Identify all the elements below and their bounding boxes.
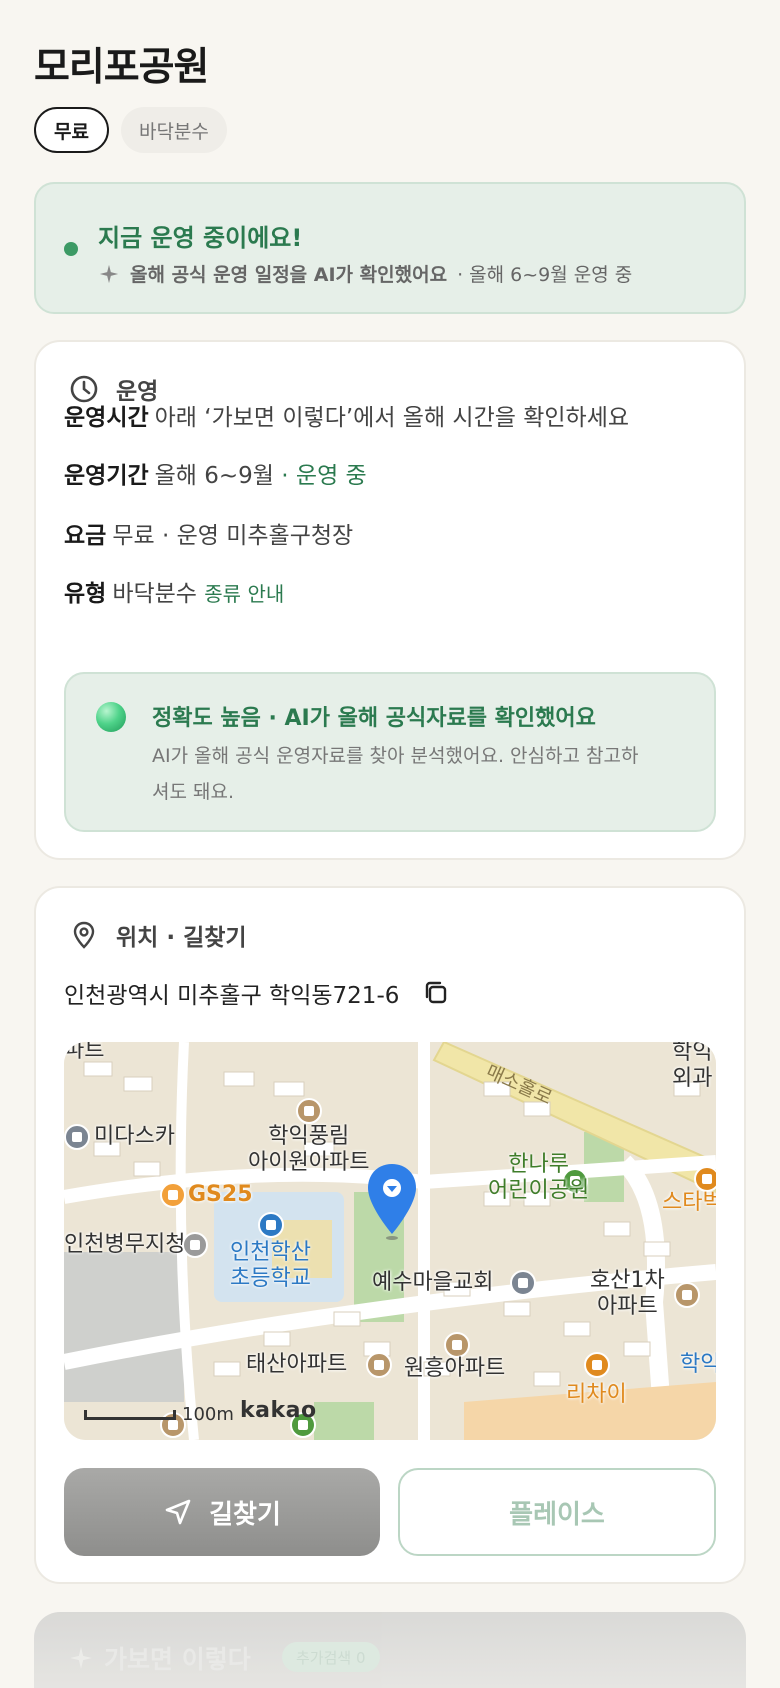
row-period: 운영기간 올해 6~9월 · 운영 중 xyxy=(64,456,367,490)
car-service-icon xyxy=(64,1124,90,1150)
location-card: 위치 · 길찾기 인천광역시 미추홀구 학익동721-6 매소홀로 파트 학익 … xyxy=(34,886,746,1584)
map-label-midas: 미다스카 xyxy=(94,1124,175,1149)
location-header-label: 위치 · 길찾기 xyxy=(116,925,247,951)
place-detail-page: 모리포공원 무료 바닥분수 지금 운영 중이에요! 올해 공식 운영 일정을 A… xyxy=(0,0,780,1688)
apartment-icon xyxy=(674,1282,700,1308)
map-label-richai: 리차이 xyxy=(566,1382,627,1407)
map-label-hannaru: 한나루 어린이공원 xyxy=(488,1152,590,1203)
row-hours: 운영시간 아래 ‘가보면 이렇다’에서 올해 시간을 확인하세요 xyxy=(64,398,629,432)
map-label-hakik: 학익풍림 아이원아파트 xyxy=(248,1124,370,1175)
map-marker-pin-icon xyxy=(368,1164,416,1240)
church-icon xyxy=(510,1270,536,1296)
map-label-hosan: 호산1차 아파트 xyxy=(590,1268,665,1319)
apartment-icon xyxy=(296,1098,322,1124)
government-icon xyxy=(182,1232,208,1258)
operation-card: 운영 운영시간 아래 ‘가보면 이렇다’에서 올해 시간을 확인하세요 운영기간 올… xyxy=(34,340,746,860)
map-brand-logo: kakao xyxy=(240,1398,317,1423)
place-button[interactable]: 플레이스 xyxy=(398,1468,716,1556)
map-label-church: 예수마을교회 xyxy=(372,1270,494,1295)
hours-label: 운영시간 xyxy=(64,405,149,431)
map-label-gs25: GS25 xyxy=(188,1182,253,1207)
route-button-label: 길찾기 xyxy=(209,1499,281,1530)
sparkle-icon xyxy=(99,264,119,283)
row-type: 유형 바닥분수 종류 안내 xyxy=(64,574,284,608)
restaurant-icon xyxy=(584,1352,610,1378)
visit-review-card-peek[interactable]: 가보면 이렇다 추가검색 0 xyxy=(34,1612,746,1688)
tag-chips: 무료 바닥분수 xyxy=(34,107,227,153)
period-value: 올해 6~9월 xyxy=(154,463,274,489)
page-title: 모리포공원 xyxy=(34,45,209,90)
map-label-wonheung: 원흥아파트 xyxy=(404,1356,506,1381)
period-label: 운영기간 xyxy=(64,463,149,489)
map-label-hospital: 학익 외과 xyxy=(672,1042,713,1091)
peek-title: 가보면 이렇다 xyxy=(68,1640,251,1676)
ai-orb-icon xyxy=(96,702,126,732)
cafe-icon xyxy=(694,1166,716,1192)
navigation-arrow-icon xyxy=(165,1499,191,1525)
chip-free[interactable]: 무료 xyxy=(34,107,109,153)
apartment-icon xyxy=(366,1352,392,1378)
convenience-store-icon xyxy=(160,1182,186,1208)
route-button[interactable]: 길찾기 xyxy=(64,1468,380,1556)
address-text: 인천광역시 미추홀구 학익동721-6 xyxy=(64,983,400,1009)
map-label-school: 인천학산 초등학교 xyxy=(230,1240,311,1291)
location-pin-icon xyxy=(73,921,95,949)
map-scale-bar xyxy=(84,1410,176,1420)
fee-value: 무료 · 운영 미추홀구청장 xyxy=(112,523,354,549)
status-subtitle: 올해 공식 운영 일정을 AI가 확인했어요 · 올해 6~9월 운영 중 xyxy=(98,260,632,287)
row-fee: 요금 무료 · 운영 미추홀구청장 xyxy=(64,516,353,550)
status-dot-icon xyxy=(64,242,78,256)
map-label-army: 인천병무지청 xyxy=(64,1232,186,1257)
map-label-apt-top: 파트 xyxy=(64,1042,105,1063)
type-value: 바닥분수 xyxy=(112,581,197,607)
map-label-taesan: 태산아파트 xyxy=(246,1352,348,1377)
accuracy-title: 정확도 높음 · AI가 올해 공식자료를 확인했어요 xyxy=(152,706,596,731)
chip-floor-fountain[interactable]: 바닥분수 xyxy=(120,107,227,153)
status-sub-rest: · 올해 6~9월 운영 중 xyxy=(457,264,633,286)
map-label-hak-right: 학익 xyxy=(680,1352,716,1377)
copy-icon[interactable] xyxy=(421,978,451,1008)
status-card: 지금 운영 중이에요! 올해 공식 운영 일정을 AI가 확인했어요 · 올해 … xyxy=(34,182,746,314)
map-label-starbucks: 스타벅 xyxy=(662,1190,716,1215)
accuracy-description: AI가 올해 공식 운영자료를 찾아 분석했어요. 안심하고 참고하셔도 돼요. xyxy=(152,745,639,803)
sparkle-icon xyxy=(70,1647,92,1669)
accuracy-box: 정확도 높음 · AI가 올해 공식자료를 확인했어요 AI가 올해 공식 운영… xyxy=(64,672,716,832)
peek-badge: 추가검색 0 xyxy=(282,1642,380,1672)
status-sub-bold: 올해 공식 운영 일정을 AI가 확인했어요 xyxy=(130,264,448,286)
map-view[interactable]: 매소홀로 파트 학익 외과 미다스카 학익풍림 아이원아파트 한나루 어린이공원… xyxy=(64,1042,716,1440)
period-status: · 운영 중 xyxy=(281,463,367,489)
peek-title-label: 가보면 이렇다 xyxy=(104,1645,251,1674)
status-title: 지금 운영 중이에요! xyxy=(98,224,303,252)
map-scale-label: 100m xyxy=(182,1404,234,1425)
type-label: 유형 xyxy=(64,581,107,607)
fee-label: 요금 xyxy=(64,523,107,549)
address-row: 인천광역시 미추홀구 학익동721-6 xyxy=(64,976,451,1010)
apartment-icon xyxy=(444,1332,470,1358)
type-guide-link[interactable]: 종류 안내 xyxy=(204,582,284,606)
location-header: 위치 · 길찾기 xyxy=(68,918,247,952)
school-icon xyxy=(258,1212,284,1238)
hours-value: 아래 ‘가보면 이렇다’에서 올해 시간을 확인하세요 xyxy=(154,405,630,431)
